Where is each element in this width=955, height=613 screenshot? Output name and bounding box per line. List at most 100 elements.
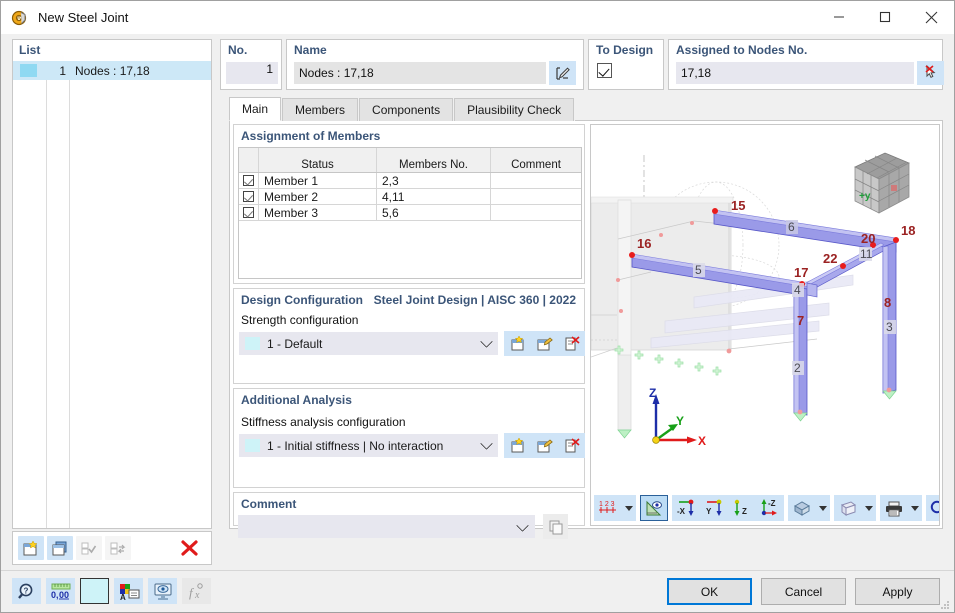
row-checkbox[interactable] [239,189,259,204]
chevron-down-icon[interactable] [480,437,493,450]
steel-joint-icon: 6 [10,8,30,28]
comment-input[interactable] [238,515,535,538]
svg-text:3: 3 [886,320,893,334]
title-bar: 6 New Steel Joint [1,1,954,34]
select-all-button[interactable] [76,536,102,560]
stiffness-config-color-swatch [245,439,260,452]
new-configuration-button[interactable] [504,331,531,356]
assigned-nodes-label: Assigned to Nodes No. [676,43,808,57]
numbering-dropdown-arrow[interactable] [622,495,636,521]
chevron-down-icon[interactable] [480,335,493,348]
name-group: Name Nodes : 17,18 [286,39,584,90]
numbering-123-icon[interactable]: 1 2 3 [594,495,622,521]
strength-config-color-swatch [245,337,260,350]
stiffness-configuration-combo[interactable]: 1 - Initial stiffness | No interaction [239,434,498,457]
chevron-down-icon[interactable] [516,519,529,532]
assignment-of-members-group: Assignment of Members Status Members No.… [233,124,585,284]
row-comment[interactable] [491,205,581,220]
structure-3d-view[interactable]: 15 16 17 18 20 22 7 8 5 6 4 11 2 3 Z X Y… [591,125,939,525]
to-design-label: To Design [596,43,654,57]
number-label: No. [228,43,248,57]
view-minus-z-icon[interactable]: -Z [756,495,784,521]
view-z-icon[interactable]: Z [728,495,756,521]
render-eye-icon[interactable] [640,495,668,521]
units-decimal-icon[interactable]: 0, 00 [46,578,75,604]
svg-text:-Z: -Z [768,499,776,508]
comment-copy-button[interactable] [543,514,568,539]
new-stiffness-config-button[interactable] [504,433,531,458]
edit-pencil-icon[interactable] [549,61,576,85]
to-design-group: To Design [588,39,664,90]
row-comment[interactable] [491,189,581,204]
dialog-buttons: OK Cancel Apply [667,578,940,605]
apply-button[interactable]: Apply [855,578,940,605]
wireframe-dropdown-arrow[interactable] [862,495,876,521]
row-members-no[interactable]: 5,6 [377,205,491,220]
row-checkbox[interactable] [239,205,259,220]
svg-text:22: 22 [823,251,837,266]
invert-selection-button[interactable] [105,536,131,560]
list-column-divider-1 [46,61,47,528]
model-viewport[interactable]: 15 16 17 18 20 22 7 8 5 6 4 11 2 3 Z X Y… [590,124,940,526]
table-row[interactable]: Member 1 2,3 [239,173,581,189]
table-row[interactable]: Member 3 5,6 [239,205,581,221]
edit-stiffness-config-button[interactable] [531,433,558,458]
view-x-icon[interactable]: -X [672,495,700,521]
row-checkbox[interactable] [239,173,259,188]
visibility-group [640,495,668,521]
strength-configuration-combo[interactable]: 1 - Default [239,332,498,355]
view-y-icon[interactable]: Y [700,495,728,521]
printer-icon[interactable] [880,495,908,521]
help-magnifier-icon[interactable]: ? [12,578,41,604]
delete-configuration-button[interactable] [558,331,585,356]
svg-text:6: 6 [788,220,795,234]
list-item[interactable]: 1 Nodes : 17,18 [13,61,211,80]
new-joint-button[interactable] [18,536,44,560]
minimize-button[interactable] [816,1,862,33]
copy-joint-button[interactable] [47,536,73,560]
header-checkbox-cell [239,157,259,172]
tab-plausibility-check[interactable]: Plausibility Check [454,98,575,121]
tab-members[interactable]: Members [282,98,359,121]
print-dropdown-arrow[interactable] [908,495,922,521]
list-column-divider-2 [69,61,70,528]
to-design-checkbox[interactable] [597,63,612,78]
table-row[interactable]: Member 2 4,11 [239,189,581,205]
header-status: Status [259,157,377,172]
tab-main[interactable]: Main [229,97,282,121]
assigned-nodes-input[interactable]: 17,18 [676,62,914,84]
row-members-no[interactable]: 2,3 [377,173,491,188]
svg-text:20: 20 [861,231,875,246]
resize-grip[interactable] [940,599,950,609]
row-status: Member 2 [259,189,377,204]
name-input[interactable]: Nodes : 17,18 [294,62,546,84]
zoom-reset-icon[interactable] [926,495,939,521]
pick-deselect-icon[interactable] [917,61,944,85]
header-comment: Comment [511,158,561,171]
render-mode-dropdown-arrow[interactable] [816,495,830,521]
steel-joint-dialog: 6 New Steel Joint List 1 Nodes: 17,18 N… [0,0,955,613]
solid-model-icon[interactable] [788,495,816,521]
reset-zoom-group [926,495,939,521]
row-comment[interactable] [491,173,581,188]
edit-configuration-button[interactable] [531,331,558,356]
svg-text:6: 6 [17,16,21,23]
row-members-no[interactable]: 4,11 [377,189,491,204]
cancel-button[interactable]: Cancel [761,578,846,605]
ok-button[interactable]: OK [667,578,752,605]
display-properties-icon[interactable]: A [114,578,143,604]
delete-stiffness-config-button[interactable] [558,433,585,458]
joint-list-panel: List 1 Nodes : 17,18 [12,39,212,529]
delete-joint-button[interactable] [176,536,202,560]
row-status: Member 1 [259,173,377,188]
tab-components[interactable]: Components [359,98,454,121]
header-members-no: Members No. [377,157,491,172]
color-swatch-button[interactable] [80,578,109,604]
wireframe-cube-icon[interactable] [834,495,862,521]
table-top-strip [239,148,581,157]
close-button[interactable] [908,1,954,33]
maximize-button[interactable] [862,1,908,33]
number-input[interactable]: 1 [226,62,278,84]
formula-fx-icon[interactable]: f x [182,578,211,604]
view-settings-icon[interactable] [148,578,177,604]
